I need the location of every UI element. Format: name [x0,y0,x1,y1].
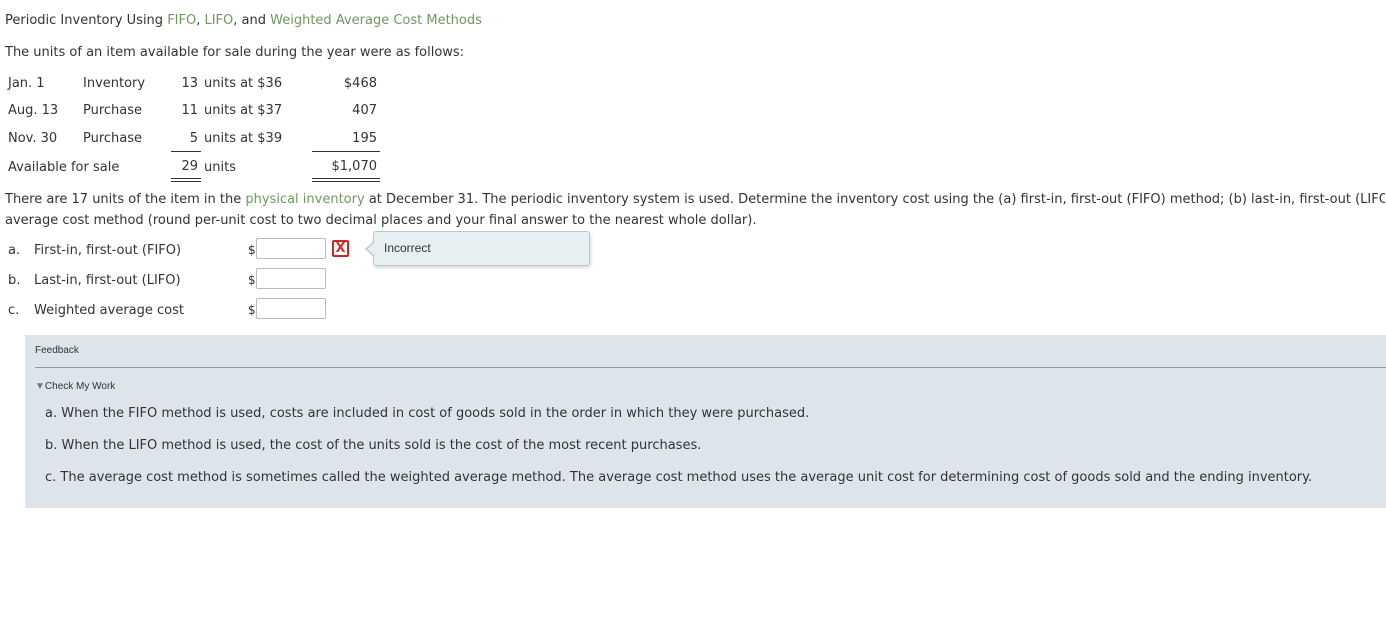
row-type: Purchase [83,103,143,118]
lifo-link[interactable]: LIFO [204,13,233,28]
answer-letter: b. [8,273,21,288]
page-title: Periodic Inventory Using FIFO, LIFO, and… [5,13,482,28]
physical-inventory-link[interactable]: physical inventory [245,192,364,207]
row-units: 13 [181,76,198,91]
incorrect-tooltip: Incorrect [365,231,590,266]
row-units: 11 [181,103,198,118]
tooltip-text: Incorrect [384,241,431,255]
lifo-answer-input[interactable] [256,268,326,289]
row-unit-text: units at $39 [204,131,283,146]
check-my-work-toggle[interactable]: ▼Check My Work [35,381,115,392]
weighted-average-link[interactable]: Weighted Average Cost Methods [270,13,482,28]
feedback-item: a. When the FIFO method is used, costs a… [45,406,810,421]
row-units: 5 [189,131,198,146]
row-date: Aug. 13 [8,103,59,118]
feedback-item: b. When the LIFO method is used, the cos… [45,438,702,453]
answer-label: First-in, first-out (FIFO) [34,243,182,258]
answer-label: Weighted average cost [34,303,184,318]
row-type: Purchase [83,131,143,146]
row-cost: $468 [343,76,377,91]
row-cost: 407 [352,103,377,118]
title-sep-2: , and [233,13,271,28]
row-date: Nov. 30 [8,131,58,146]
row-type: Inventory [83,76,146,91]
cost-total-double-rule [312,178,380,182]
currency-symbol: $ [248,303,256,317]
total-unit-text: units [204,160,236,175]
feedback-divider [35,367,1386,368]
feedback-heading: Feedback [35,345,79,356]
total-units: 29 [181,159,198,174]
feedback-item: c. The average cost method is sometimes … [45,470,1313,485]
cost-subtotal-rule [312,151,380,152]
answer-label: Last-in, first-out (LIFO) [34,273,181,288]
currency-symbol: $ [248,243,256,257]
tooltip-arrow-fill [367,242,375,256]
units-total-double-rule [171,178,201,182]
feedback-panel: Feedback ▼Check My Work a. When the FIFO… [25,335,1386,508]
answer-letter: a. [8,243,21,258]
incorrect-x-icon: X [332,240,349,257]
answer-letter: c. [8,303,20,318]
fifo-answer-input[interactable] [256,238,326,259]
title-prefix: Periodic Inventory Using [5,13,168,28]
row-unit-text: units at $37 [204,103,283,118]
question-line-2: average cost method (round per-unit cost… [5,213,757,228]
fifo-link[interactable]: FIFO [167,13,196,28]
question-part-2: at December 31. The periodic inventory s… [368,192,1385,207]
check-my-work-label: Check My Work [44,381,116,392]
total-label: Available for sale [8,160,120,175]
row-date: Jan. 1 [8,76,45,91]
collapse-triangle-icon: ▼ [35,381,45,392]
currency-symbol: $ [248,273,256,287]
row-unit-text: units at $36 [204,76,283,91]
row-cost: 195 [352,131,377,146]
units-subtotal-rule [171,151,201,152]
question-text: There are 17 units of the item in the ph… [5,189,1385,231]
question-part-1: There are 17 units of the item in the [5,192,246,207]
total-cost: $1,070 [331,159,378,174]
intro-text: The units of an item available for sale … [5,45,465,60]
weighted-average-answer-input[interactable] [256,298,326,319]
